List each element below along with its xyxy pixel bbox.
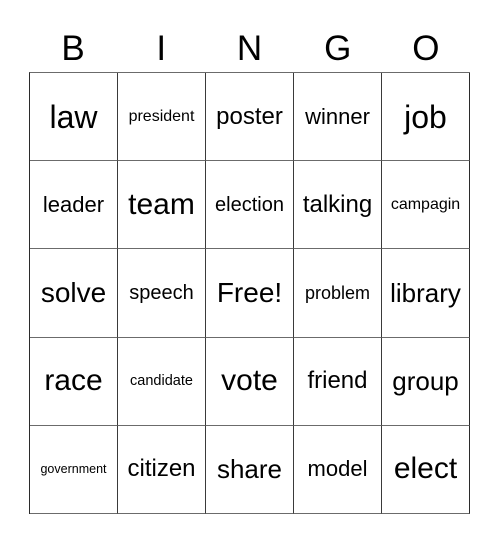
bingo-cell[interactable]: job — [382, 73, 470, 162]
bingo-cell[interactable]: campagin — [382, 161, 470, 250]
header-letter-i: I — [156, 29, 167, 68]
bingo-cell[interactable]: elect — [382, 425, 470, 514]
bingo-cell[interactable]: vote — [206, 337, 294, 426]
free-space-cell[interactable]: Free! — [206, 249, 294, 338]
bingo-cell[interactable]: poster — [206, 73, 294, 162]
header-letter-b: B — [61, 29, 85, 68]
bingo-cell[interactable]: friend — [294, 337, 382, 426]
bingo-cell[interactable]: group — [382, 337, 470, 426]
bingo-cell[interactable]: speech — [118, 249, 206, 338]
header-letter-n: N — [236, 29, 263, 68]
bingo-cell[interactable]: election — [206, 161, 294, 250]
bingo-cell[interactable]: talking — [294, 161, 382, 250]
bingo-cell[interactable]: law — [30, 73, 118, 162]
bingo-cell[interactable]: library — [382, 249, 470, 338]
bingo-header: B I N G O — [29, 26, 470, 72]
bingo-cell[interactable]: solve — [30, 249, 118, 338]
bingo-cell[interactable]: candidate — [118, 337, 206, 426]
bingo-cell[interactable]: team — [118, 161, 206, 250]
bingo-card-grid: law president poster winner job leader t… — [29, 72, 470, 514]
header-letter-g: G — [324, 29, 352, 68]
bingo-cell[interactable]: government — [30, 425, 118, 514]
bingo-cell[interactable]: model — [294, 425, 382, 514]
bingo-cell[interactable]: citizen — [118, 425, 206, 514]
bingo-cell[interactable]: president — [118, 73, 206, 162]
header-letter-o: O — [412, 29, 440, 68]
bingo-cell[interactable]: share — [206, 425, 294, 514]
bingo-cell[interactable]: problem — [294, 249, 382, 338]
bingo-cell[interactable]: leader — [30, 161, 118, 250]
bingo-cell[interactable]: race — [30, 337, 118, 426]
bingo-cell[interactable]: winner — [294, 73, 382, 162]
